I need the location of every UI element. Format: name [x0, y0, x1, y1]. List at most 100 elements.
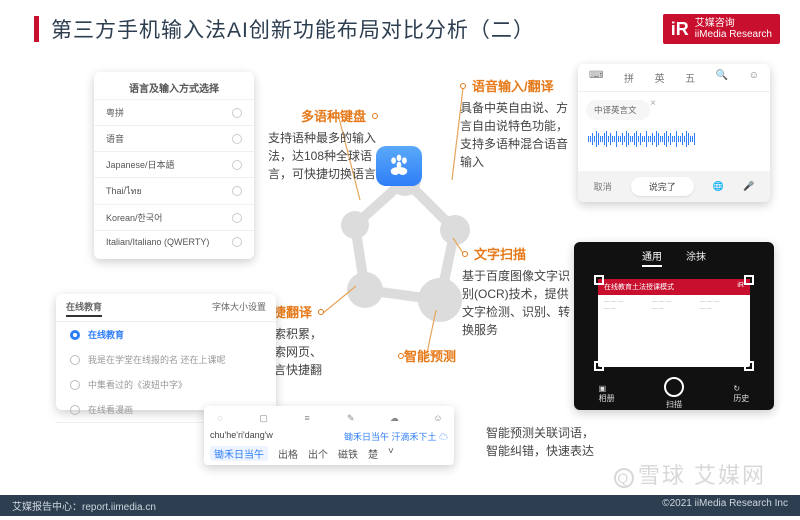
- edit-icon[interactable]: ✎: [343, 410, 359, 426]
- brand-logo: iR 艾媒咨询 iiMedia Research: [663, 14, 780, 44]
- search-tab-fontsize[interactable]: 字体大小设置: [212, 300, 266, 317]
- gallery-icon[interactable]: ▣相册: [599, 384, 615, 404]
- candidate-item[interactable]: 出格: [278, 446, 298, 461]
- feature-voice-heading: 语音输入/翻译: [460, 76, 570, 95]
- feature-predict: 智能预测: [398, 346, 456, 369]
- feature-ocr-body: 基于百度图像文字识别(OCR)技术，提供文字检测、识别、转换服务: [462, 267, 572, 339]
- watermark: Q雪球 艾媒网: [614, 458, 766, 490]
- radio-icon: [70, 330, 80, 340]
- language-row[interactable]: Italian/Italiano (QWERTY): [94, 230, 254, 253]
- search-result-text: 中集看过的《波妞中字》: [88, 378, 187, 391]
- cloud-candidate[interactable]: 锄禾日当午 汗滴禾下土 ☁: [344, 430, 448, 443]
- radio-icon: [232, 160, 242, 170]
- candidate-list: 锄禾日当午 出格 出个 磁铁 楚 ˅: [208, 444, 450, 463]
- lines-icon[interactable]: ≡: [299, 410, 315, 426]
- language-label: Japanese/日本語: [106, 158, 175, 171]
- radio-icon: [232, 134, 242, 144]
- language-row[interactable]: Thai/ไทย: [94, 177, 254, 204]
- brand-en: iiMedia Research: [695, 29, 772, 40]
- search-result-text: 我是在学堂在线报的名 还在上课呢: [88, 353, 226, 366]
- brand-mark-icon: iR: [671, 19, 689, 40]
- feature-predict-heading: 智能预测: [398, 346, 456, 365]
- scan-document-preview: 在线教育土法授课模式iR — — —— —— — —— —— — —— —: [598, 279, 750, 367]
- voice-input-card: ⌨ 拼 英 五 🔍 ☺ 中译英言文 × 取消 说完了 🌐 🎤: [578, 64, 770, 202]
- smart-predict-text: 智能预测关联词语， 智能纠错，快速表达: [486, 424, 594, 460]
- candidate-item[interactable]: 楚: [368, 446, 378, 461]
- candidate-item[interactable]: 出个: [308, 446, 328, 461]
- ime-candidate-bar: ◌ ▢ ≡ ✎ ☁ ☺ chu'he'ri'dang'w 锄禾日当午 汗滴禾下土…: [204, 406, 454, 465]
- radio-icon: [232, 237, 242, 247]
- radio-icon: [232, 108, 242, 118]
- search-result-text: 在线看漫画: [88, 403, 133, 416]
- language-label: 语音: [106, 132, 124, 145]
- candidate-item[interactable]: 锄禾日当午: [210, 446, 268, 461]
- title-accent-bar: [34, 16, 39, 42]
- search-panel-card: 在线教育 字体大小设置 在线教育 我是在学堂在线报的名 还在上课呢 中集看过的《…: [56, 294, 276, 410]
- scan-tab-smudge[interactable]: 涂抹: [686, 248, 706, 267]
- shutter-button[interactable]: 扫描: [664, 377, 684, 410]
- voice-tab[interactable]: 拼: [621, 70, 637, 85]
- feature-multilang: 多语种键盘 支持语种最多的输入法，达108种全球语言，可快捷切换语言: [268, 106, 378, 183]
- scan-tabs: 通用 涂抹: [574, 242, 774, 273]
- language-row[interactable]: 粤拼: [94, 99, 254, 125]
- voice-topbar: ⌨ 拼 英 五 🔍 ☺: [578, 64, 770, 92]
- language-card-title: 语言及输入方式选择: [94, 78, 254, 99]
- feature-multilang-body: 支持语种最多的输入法，达108种全球语言，可快捷切换语言: [268, 129, 378, 183]
- voice-cancel-button[interactable]: 取消: [594, 180, 612, 193]
- center-graph-shape: [330, 170, 480, 330]
- radio-icon: [70, 355, 80, 365]
- search-result-item[interactable]: 中集看过的《波妞中字》: [56, 372, 276, 397]
- search-result-text: 在线教育: [88, 328, 124, 341]
- ocr-scan-card: 通用 涂抹 在线教育土法授课模式iR — — —— —— — —— —— — —…: [574, 242, 774, 410]
- emoji-icon[interactable]: ☺: [746, 70, 762, 85]
- radio-icon: [70, 405, 80, 415]
- language-row[interactable]: Korean/한국어: [94, 204, 254, 230]
- history-icon[interactable]: ↻历史: [733, 384, 749, 404]
- brand-cn: 艾媒咨询: [695, 18, 772, 29]
- cloud-icon[interactable]: ☁: [386, 410, 402, 426]
- smart-predict-line1: 智能预测关联词语，: [486, 424, 594, 442]
- search-tab-active[interactable]: 在线教育: [66, 300, 102, 317]
- feature-multilang-heading: 多语种键盘: [268, 106, 378, 125]
- smart-predict-line2: 智能纠错，快速表达: [486, 442, 594, 460]
- voice-tab[interactable]: 英: [652, 70, 668, 85]
- language-label: 粤拼: [106, 106, 124, 119]
- voice-tab[interactable]: 五: [682, 70, 698, 85]
- close-icon[interactable]: ×: [650, 98, 656, 109]
- emoji-icon[interactable]: ☺: [430, 410, 446, 426]
- footer-bar: 艾媒报告中心：report.iimedia.cn ©2021 iiMedia R…: [0, 495, 800, 516]
- language-row[interactable]: Japanese/日本語: [94, 151, 254, 177]
- language-select-card: 语言及输入方式选择 粤拼 语音 Japanese/日本語 Thai/ไทย Ko…: [94, 72, 254, 259]
- chevron-down-icon[interactable]: ˅: [388, 446, 394, 461]
- square-icon[interactable]: ▢: [256, 410, 272, 426]
- mic-icon[interactable]: 🎤: [743, 181, 754, 192]
- pinyin-text: chu'he'ri'dang'w: [210, 430, 273, 440]
- keyboard-icon[interactable]: ⌨: [586, 70, 606, 85]
- globe-icon[interactable]: 🌐: [713, 181, 724, 192]
- brand-text: 艾媒咨询 iiMedia Research: [695, 18, 772, 40]
- language-label: Italian/Italiano (QWERTY): [106, 237, 209, 247]
- watermark-icon: Q: [614, 468, 634, 488]
- logo-icon[interactable]: ◌: [212, 410, 228, 426]
- search-result-item[interactable]: 在线教育: [56, 322, 276, 347]
- candidate-item[interactable]: 磁铁: [338, 446, 358, 461]
- language-label: Thai/ไทย: [106, 184, 142, 198]
- baidu-logo-icon: [376, 146, 422, 186]
- footer-source: 艾媒报告中心：report.iimedia.cn: [12, 498, 156, 513]
- language-row[interactable]: 语音: [94, 125, 254, 151]
- feature-voice: 语音输入/翻译 具备中英自由说、方言自由说特色功能，支持多语种混合语音输入: [460, 76, 570, 171]
- feature-voice-body: 具备中英自由说、方言自由说特色功能，支持多语种混合语音输入: [460, 99, 570, 171]
- waveform-icon: [588, 128, 760, 150]
- feature-ocr-heading: 文字扫描: [462, 244, 572, 263]
- feature-ocr: 文字扫描 基于百度图像文字识别(OCR)技术，提供文字检测、识别、转换服务: [462, 244, 572, 339]
- search-result-item[interactable]: 我是在学堂在线报的名 还在上课呢: [56, 347, 276, 372]
- voice-done-button[interactable]: 说完了: [631, 177, 694, 196]
- voice-mode-chip[interactable]: 中译英言文 ×: [586, 100, 650, 120]
- brand-mini-icon: iR: [737, 282, 744, 292]
- search-icon[interactable]: 🔍: [713, 70, 731, 85]
- scan-tab-general[interactable]: 通用: [642, 248, 662, 267]
- radio-icon: [232, 213, 242, 223]
- radio-icon: [232, 186, 242, 196]
- page-title: 第三方手机输入法AI创新功能布局对比分析（二）: [51, 14, 535, 44]
- language-label: Korean/한국어: [106, 211, 162, 224]
